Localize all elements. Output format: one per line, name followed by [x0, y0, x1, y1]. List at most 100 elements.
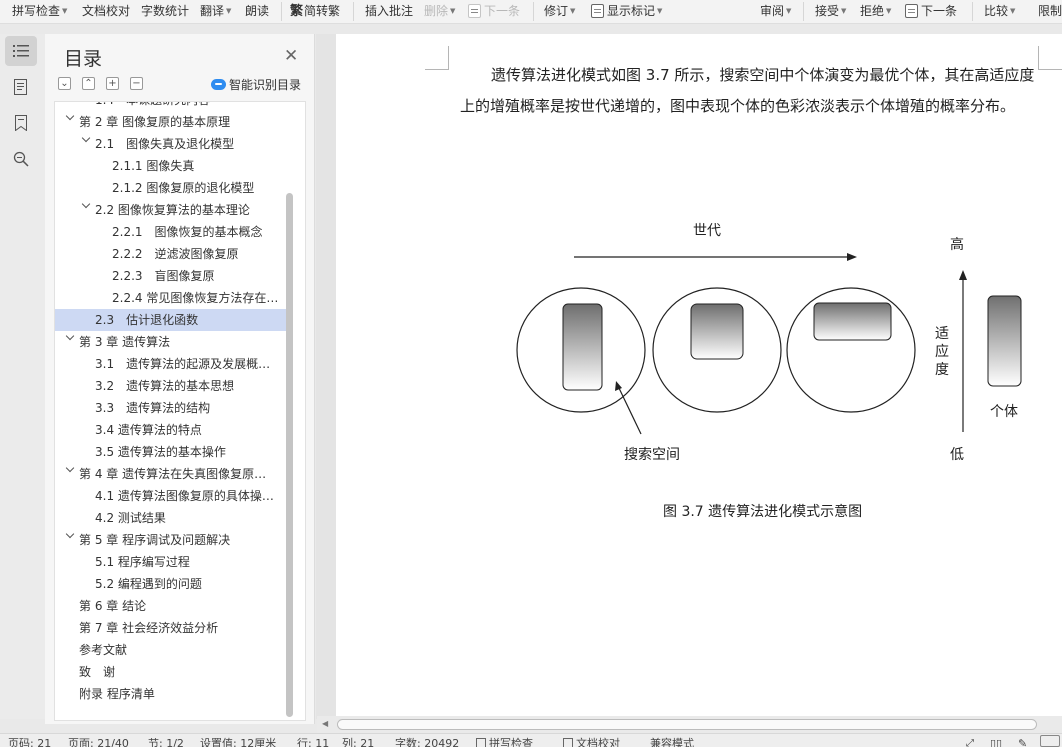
status-word-count[interactable]: 字数: 20492: [395, 737, 459, 747]
toc-item[interactable]: 2.2.4 常见图像恢复方法存在…: [55, 287, 287, 309]
document-page[interactable]: 遗传算法进化模式如图 3.7 所示，搜索空间中个体演变为最优个体，其在高适应度上…: [336, 34, 1062, 719]
compare-button[interactable]: 比较 ▼: [984, 0, 1015, 22]
toc-item[interactable]: 3.2 遗传算法的基本思想: [55, 375, 287, 397]
toc-item-label: 3.2 遗传算法的基本思想: [95, 379, 235, 393]
toc-item[interactable]: 5.2 编程遇到的问题: [55, 573, 287, 595]
word-count-button[interactable]: 字数统计: [141, 0, 189, 22]
scroll-left-icon[interactable]: ◀: [322, 719, 328, 728]
individual-label: 个体: [990, 404, 1018, 420]
toc-item[interactable]: 致 谢: [55, 661, 287, 683]
read-aloud-button[interactable]: 朗读: [245, 0, 269, 22]
toc-item[interactable]: 第 5 章 程序调试及问题解决: [55, 529, 287, 551]
toolbar-divider: [803, 2, 804, 21]
toc-item[interactable]: 第 4 章 遗传算法在失真图像复原…: [55, 463, 287, 485]
fitness-label: 适应度: [935, 326, 949, 378]
generation-arrowhead: [847, 253, 857, 261]
individual-block-2: [690, 303, 744, 360]
close-icon[interactable]: ✕: [284, 46, 298, 66]
translate-button[interactable]: 翻译 ▼: [200, 0, 231, 22]
toc-item[interactable]: 参考文献: [55, 639, 287, 661]
edit-view-icon[interactable]: ✎: [1018, 737, 1027, 747]
toc-view-button[interactable]: [5, 36, 37, 66]
toc-item[interactable]: 3.1 遗传算法的起源及发展概…: [55, 353, 287, 375]
toc-item[interactable]: 第 3 章 遗传算法: [55, 331, 287, 353]
remove-heading-button[interactable]: −: [130, 77, 143, 90]
collapse-all-button[interactable]: ⌃: [82, 77, 95, 90]
find-replace-button[interactable]: [5, 144, 37, 174]
spell-check-icon: [476, 738, 486, 747]
toc-item[interactable]: 第 2 章 图像复原的基本原理: [55, 111, 287, 133]
toc-item[interactable]: 附录 程序清单: [55, 683, 287, 705]
reject-button[interactable]: 拒绝 ▼: [860, 0, 891, 22]
expand-all-button[interactable]: ⌄: [58, 77, 71, 90]
toc-item[interactable]: 第 6 章 结论: [55, 595, 287, 617]
spell-check-button[interactable]: 拼写检查 ▼: [12, 0, 67, 22]
status-column: 列: 21: [342, 737, 375, 747]
horizontal-scroll-thumb[interactable]: [337, 719, 1037, 730]
smart-toc-button[interactable]: 智能识别目录: [211, 76, 301, 93]
add-heading-button[interactable]: +: [106, 77, 119, 90]
horizontal-scrollbar[interactable]: ◀: [317, 716, 1062, 733]
toc-item[interactable]: 2.2.3 盲图像复原: [55, 265, 287, 287]
toc-item[interactable]: 2.2.1 图像恢复的基本概念: [55, 221, 287, 243]
toc-item-selected[interactable]: 2.3 估计退化函数: [55, 309, 287, 331]
chevron-down-icon[interactable]: [65, 535, 74, 544]
status-line: 行: 11: [297, 737, 330, 747]
individual-legend-block: [987, 295, 1022, 387]
status-spell-check[interactable]: 拼写检查: [476, 737, 533, 747]
accept-button[interactable]: 接受 ▼: [815, 0, 846, 22]
review-toolbar: 拼写检查 ▼ 文档校对 字数统计 翻译 ▼ 朗读 繁简转繁 插入批注 删除 ▼ 下一条…: [0, 0, 1062, 24]
toc-item-label: 4.2 测试结果: [95, 511, 166, 525]
document-proofread-button[interactable]: 文档校对: [82, 0, 130, 22]
toc-item[interactable]: 2.2.2 逆滤波图像复原: [55, 243, 287, 265]
status-page-count[interactable]: 页面: 21/40: [68, 737, 129, 747]
toc-item-label: 4.1 遗传算法图像复原的具体操…: [95, 489, 274, 503]
delete-comment-button[interactable]: 删除 ▼: [424, 0, 455, 22]
fullscreen-icon[interactable]: ⤢: [966, 737, 974, 747]
toc-item-label: 2.3 估计退化函数: [95, 313, 199, 327]
reading-mode-icon[interactable]: [1040, 735, 1060, 747]
next-change-button[interactable]: 下一条: [905, 0, 957, 22]
restrict-editing-button[interactable]: 限制: [1038, 0, 1062, 22]
toc-item[interactable]: 5.1 程序编写过程: [55, 551, 287, 573]
page-view-icon[interactable]: ▯▯: [990, 737, 1002, 747]
toc-item[interactable]: 4.1 遗传算法图像复原的具体操…: [55, 485, 287, 507]
chevron-down-icon[interactable]: [81, 205, 90, 214]
status-page-number: 页码: 21: [8, 737, 52, 747]
simplified-to-traditional-button[interactable]: 繁简转繁: [290, 0, 340, 22]
chevron-down-icon[interactable]: [65, 337, 74, 346]
toc-item[interactable]: 1.4 本课题研究内容: [55, 102, 287, 111]
toc-item[interactable]: 2.1 图像失真及退化模型: [55, 133, 287, 155]
chapter-view-button[interactable]: [5, 72, 37, 102]
track-changes-button[interactable]: 修订 ▼: [544, 0, 575, 22]
show-markup-button[interactable]: 显示标记 ▼: [591, 0, 662, 22]
panel-splitter[interactable]: [316, 34, 336, 719]
toolbar-divider: [353, 2, 354, 21]
review-button[interactable]: 审阅 ▼: [760, 0, 791, 22]
next-comment-button[interactable]: 下一条: [468, 0, 520, 22]
status-compat-mode: 兼容模式: [650, 737, 694, 747]
chevron-down-icon[interactable]: [81, 139, 90, 148]
toc-item[interactable]: 2.1.2 图像复原的退化模型: [55, 177, 287, 199]
status-proofread[interactable]: 文档校对: [563, 737, 620, 747]
chevron-down-icon[interactable]: [65, 117, 74, 126]
document-area: 遗传算法进化模式如图 3.7 所示，搜索空间中个体演变为最优个体，其在高适应度上…: [336, 34, 1062, 719]
ai-cloud-icon: [211, 79, 226, 90]
search-space-label: 搜索空间: [624, 447, 680, 463]
toc-item[interactable]: 第 7 章 社会经济效益分析: [55, 617, 287, 639]
toc-item[interactable]: 3.5 遗传算法的基本操作: [55, 441, 287, 463]
toc-item-label: 附录 程序清单: [79, 687, 155, 701]
toc-item[interactable]: 2.1.1 图像失真: [55, 155, 287, 177]
chevron-down-icon[interactable]: [65, 469, 74, 478]
search-icon: [13, 151, 29, 167]
chevron-down-icon: ⌄: [60, 78, 69, 89]
toc-item[interactable]: 3.4 遗传算法的特点: [55, 419, 287, 441]
toc-scrollbar[interactable]: [286, 193, 293, 717]
toc-item[interactable]: 3.3 遗传算法的结构: [55, 397, 287, 419]
insert-comment-button[interactable]: 插入批注: [365, 0, 413, 22]
toolbar-divider: [972, 2, 973, 21]
toc-item[interactable]: 4.2 测试结果: [55, 507, 287, 529]
toc-item[interactable]: 2.2 图像恢复算法的基本理论: [55, 199, 287, 221]
bookmark-view-button[interactable]: [5, 108, 37, 138]
toc-item-label: 致 谢: [79, 665, 116, 679]
